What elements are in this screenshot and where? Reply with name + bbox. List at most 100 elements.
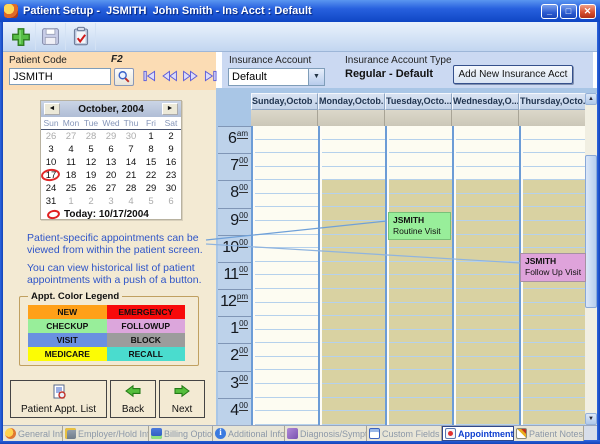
calendar-date-cell[interactable]: 29 xyxy=(141,182,161,195)
time-slot[interactable] xyxy=(322,140,385,154)
calendar-date-cell[interactable]: 6 xyxy=(101,143,121,156)
time-slot[interactable] xyxy=(389,357,452,371)
first-record-button[interactable] xyxy=(142,70,157,82)
calendar-date-cell[interactable]: 7 xyxy=(121,143,141,156)
scroll-up-icon[interactable]: ▲ xyxy=(585,93,597,105)
calendar-date-cell[interactable]: 30 xyxy=(161,182,181,195)
time-slot[interactable] xyxy=(389,180,452,194)
time-slot[interactable] xyxy=(322,207,385,221)
time-slot[interactable] xyxy=(523,153,586,167)
calendar-date-cell[interactable]: 11 xyxy=(61,156,81,169)
previous-record-button[interactable] xyxy=(161,70,178,82)
time-slot[interactable] xyxy=(255,207,318,221)
time-slot[interactable] xyxy=(322,180,385,194)
time-slot[interactable] xyxy=(389,153,452,167)
day-header[interactable]: Tuesday,Octo... xyxy=(385,93,452,110)
time-slot[interactable] xyxy=(322,343,385,357)
day-header[interactable]: Thursday,Octo... xyxy=(519,93,586,110)
time-slot[interactable] xyxy=(456,235,519,249)
time-slot[interactable] xyxy=(456,384,519,398)
time-slot[interactable] xyxy=(322,194,385,208)
time-slot[interactable] xyxy=(456,303,519,317)
time-slot[interactable] xyxy=(389,126,452,140)
time-slot[interactable] xyxy=(255,411,318,425)
time-slot[interactable] xyxy=(255,343,318,357)
minimize-button[interactable]: _ xyxy=(541,4,558,19)
time-slot[interactable] xyxy=(456,262,519,276)
next-button[interactable]: Next xyxy=(159,380,205,418)
time-slot[interactable] xyxy=(389,316,452,330)
patient-code-input[interactable] xyxy=(9,68,111,85)
tab-additional-info[interactable]: Additional Info xyxy=(213,426,285,441)
time-slot[interactable] xyxy=(255,167,318,181)
time-slot[interactable] xyxy=(456,330,519,344)
time-slot[interactable] xyxy=(523,235,586,249)
back-button[interactable]: Back xyxy=(110,380,156,418)
calendar-date-cell[interactable]: 4 xyxy=(61,143,81,156)
verify-button[interactable] xyxy=(66,23,96,50)
time-slot[interactable] xyxy=(255,289,318,303)
time-slot[interactable] xyxy=(322,248,385,262)
time-slot[interactable] xyxy=(456,289,519,303)
time-slot[interactable] xyxy=(255,303,318,317)
calendar-date-cell[interactable]: 12 xyxy=(81,156,101,169)
calendar-date-cell[interactable]: 29 xyxy=(101,130,121,143)
tab-patient-notes[interactable]: Patient Notes xyxy=(514,426,584,441)
last-record-button[interactable] xyxy=(203,70,218,82)
calendar-date-cell[interactable]: 4 xyxy=(121,195,141,208)
day-header[interactable]: Monday,Octob... xyxy=(318,93,385,110)
time-slot[interactable] xyxy=(389,330,452,344)
calendar-date-cell[interactable]: 19 xyxy=(81,169,101,182)
time-slot[interactable] xyxy=(389,262,452,276)
calendar-date-cell[interactable]: 27 xyxy=(61,130,81,143)
time-slot[interactable] xyxy=(389,167,452,181)
next-record-button[interactable] xyxy=(182,70,199,82)
time-slot[interactable] xyxy=(523,194,586,208)
calendar-date-cell[interactable]: 18 xyxy=(61,169,81,182)
schedule-scrollbar[interactable]: ▲ ▼ xyxy=(585,93,597,425)
calendar-date-cell[interactable]: 2 xyxy=(81,195,101,208)
time-slot[interactable] xyxy=(255,221,318,235)
insurance-account-select[interactable]: Default ▼ xyxy=(228,68,325,86)
time-slot[interactable] xyxy=(389,289,452,303)
time-slot[interactable] xyxy=(456,207,519,221)
time-slot[interactable] xyxy=(322,126,385,140)
time-slot[interactable] xyxy=(322,153,385,167)
time-slot[interactable] xyxy=(523,221,586,235)
time-slot[interactable] xyxy=(456,221,519,235)
tab-diagnosis-symptoms[interactable]: Diagnosis/Symptoms xyxy=(285,426,367,441)
time-slot[interactable] xyxy=(255,126,318,140)
time-slot[interactable] xyxy=(456,357,519,371)
calendar-date-cell[interactable]: 6 xyxy=(161,195,181,208)
time-slot[interactable] xyxy=(456,411,519,425)
time-slot[interactable] xyxy=(255,235,318,249)
calendar-date-cell[interactable]: 13 xyxy=(101,156,121,169)
calendar-date-cell[interactable]: 1 xyxy=(61,195,81,208)
calendar-date-cell[interactable]: 31 xyxy=(41,195,61,208)
day-header[interactable]: Wednesday,O... xyxy=(452,93,519,110)
time-slot[interactable] xyxy=(456,370,519,384)
time-slot[interactable] xyxy=(322,330,385,344)
calendar-date-cell[interactable]: 10 xyxy=(41,156,61,169)
new-record-button[interactable] xyxy=(6,23,36,50)
time-slot[interactable] xyxy=(523,343,586,357)
time-slot[interactable] xyxy=(523,357,586,371)
calendar-date-cell[interactable]: 8 xyxy=(141,143,161,156)
save-button[interactable] xyxy=(36,23,66,50)
calendar-prev-button[interactable]: ◄ xyxy=(44,103,60,115)
time-slot[interactable] xyxy=(523,289,586,303)
calendar-date-cell[interactable]: 3 xyxy=(101,195,121,208)
calendar-date-cell[interactable]: 22 xyxy=(141,169,161,182)
time-slot[interactable] xyxy=(255,384,318,398)
calendar-date-cell[interactable]: 5 xyxy=(141,195,161,208)
calendar-date-cell[interactable]: 28 xyxy=(121,182,141,195)
day-column[interactable] xyxy=(385,126,452,425)
calendar-date-cell[interactable]: 5 xyxy=(81,143,101,156)
time-slot[interactable] xyxy=(389,140,452,154)
patient-search-button[interactable] xyxy=(114,68,134,86)
time-slot[interactable] xyxy=(456,343,519,357)
calendar-date-cell[interactable]: 23 xyxy=(161,169,181,182)
time-slot[interactable] xyxy=(389,370,452,384)
calendar-date-cell[interactable]: 30 xyxy=(121,130,141,143)
calendar-date-cell[interactable]: 27 xyxy=(101,182,121,195)
